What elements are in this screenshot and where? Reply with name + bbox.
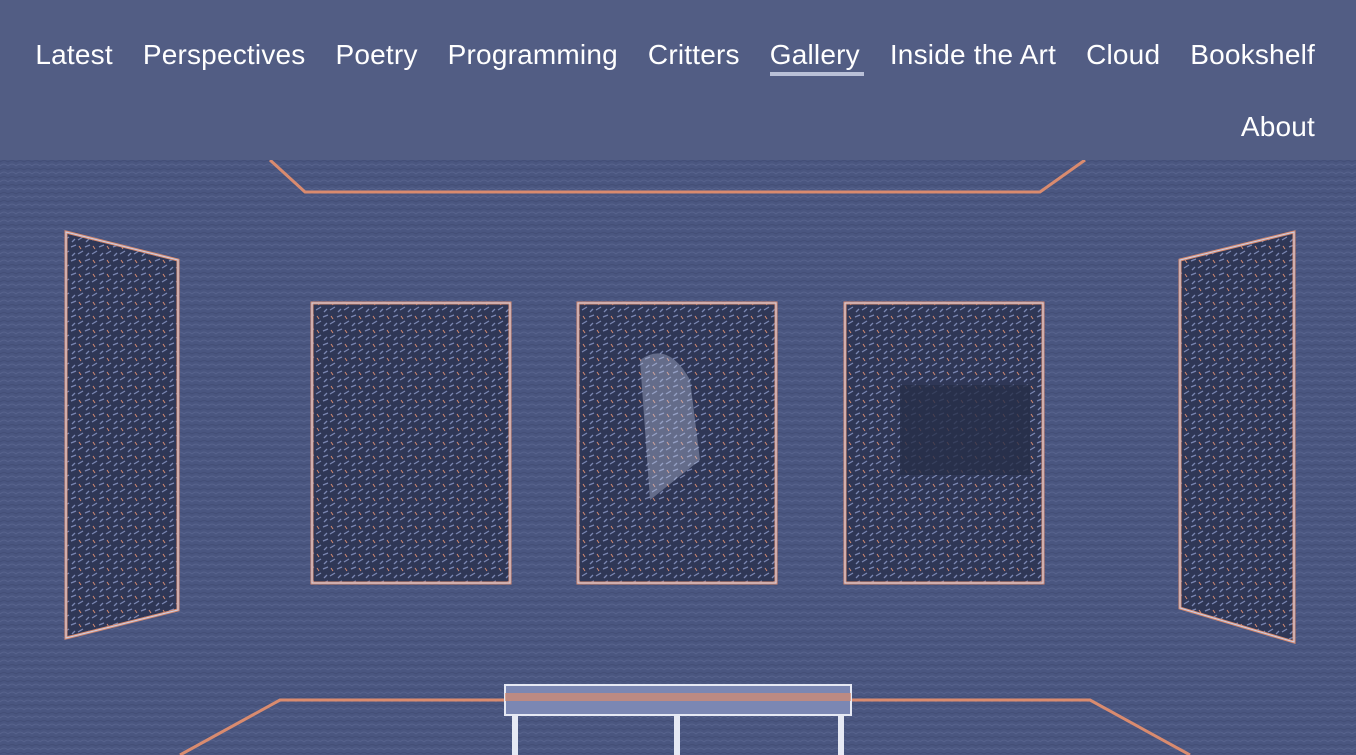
nav-link-gallery[interactable]: Gallery: [769, 36, 864, 76]
nav-link-critters[interactable]: Critters: [648, 36, 740, 74]
gallery-room-illustration: [0, 160, 1356, 755]
nav-link-programming[interactable]: Programming: [448, 36, 618, 74]
site-header: Latest Perspectives Poetry Programming C…: [0, 0, 1356, 160]
nav-link-perspectives[interactable]: Perspectives: [143, 36, 306, 74]
painting-center-right: [843, 301, 1045, 585]
gallery-hero-image: [0, 160, 1356, 755]
painting-left-wall: [64, 230, 180, 640]
nav-link-bookshelf[interactable]: Bookshelf: [1190, 36, 1315, 74]
primary-nav-overflow: About: [0, 108, 1356, 146]
painting-center-left: [310, 301, 512, 585]
nav-link-latest[interactable]: Latest: [35, 36, 112, 74]
primary-nav: Latest Perspectives Poetry Programming C…: [0, 36, 1356, 76]
painting-right-wall: [1178, 230, 1296, 645]
nav-link-inside-the-art[interactable]: Inside the Art: [890, 36, 1056, 74]
nav-link-cloud[interactable]: Cloud: [1086, 36, 1160, 74]
nav-link-about[interactable]: About: [1241, 108, 1315, 146]
painting-center: [576, 301, 778, 585]
nav-link-poetry[interactable]: Poetry: [336, 36, 418, 74]
